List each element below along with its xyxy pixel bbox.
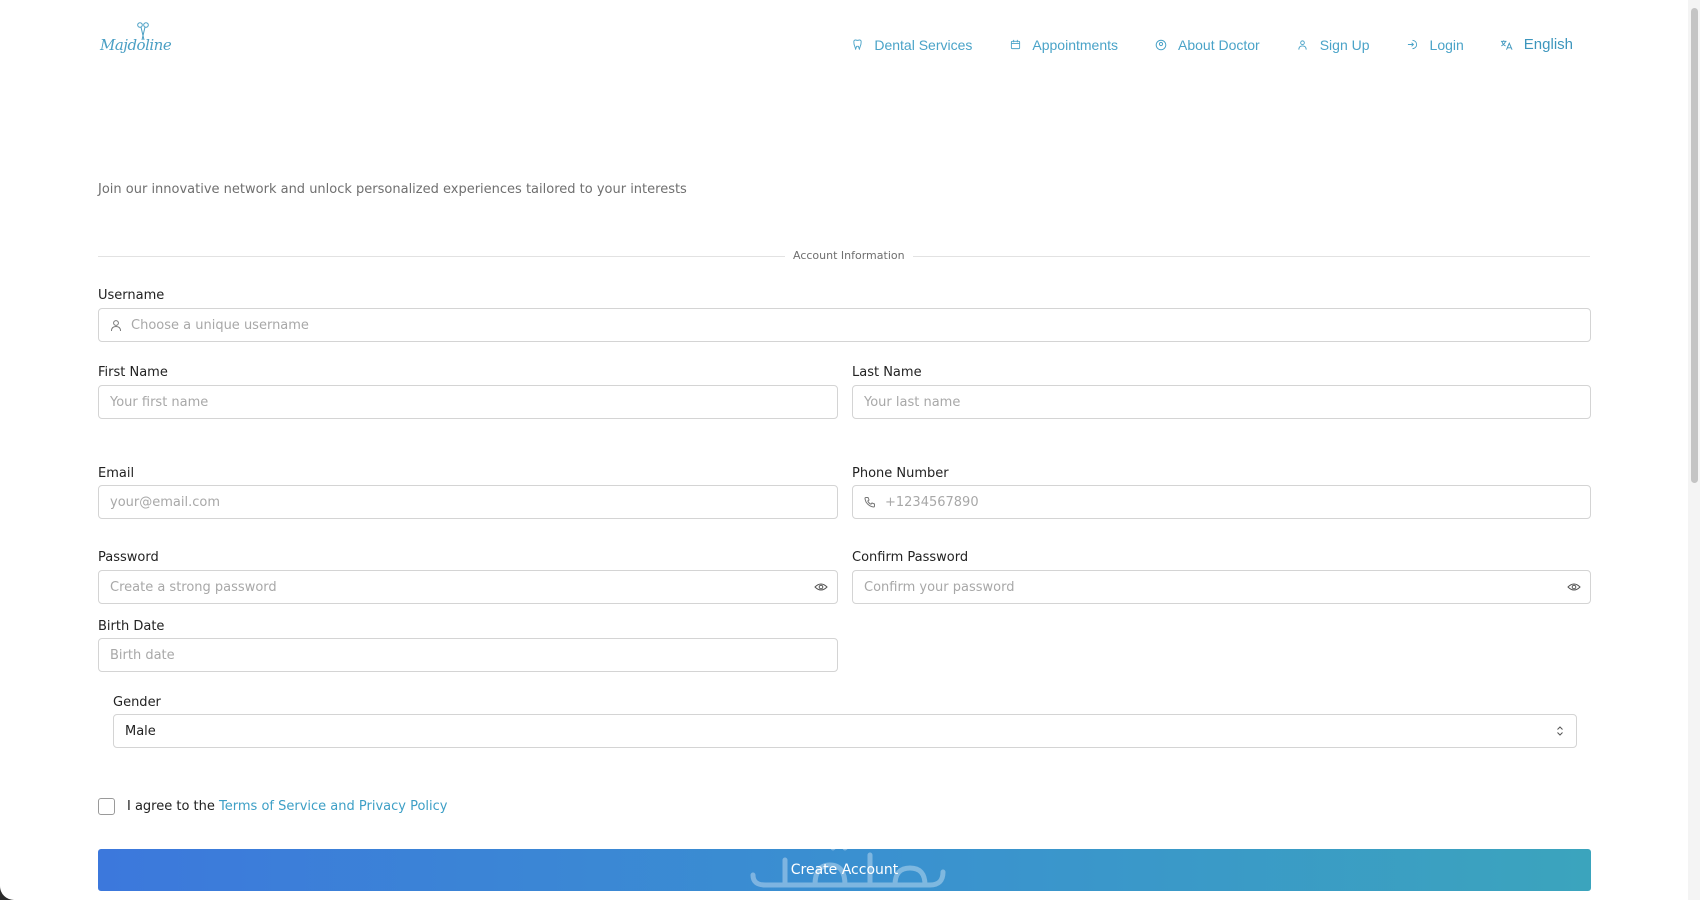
user-plus-icon (1296, 38, 1310, 52)
language-label: English (1523, 36, 1573, 53)
birth-date-field (98, 638, 838, 672)
scissors-logo-icon (137, 22, 149, 41)
section-label: Account Information (785, 249, 913, 262)
scrollbar-thumb[interactable] (1691, 8, 1698, 483)
phone-input[interactable] (885, 486, 1590, 518)
gender-select[interactable]: Male (113, 714, 1577, 748)
nav-label: Dental Services (874, 36, 973, 53)
last-name-field (852, 385, 1591, 419)
brand-logo[interactable]: Majdoline (100, 20, 172, 66)
language-switcher[interactable]: English (1500, 36, 1573, 53)
email-label: Email (98, 466, 135, 481)
page-subtitle: Join our innovative network and unlock p… (98, 182, 687, 197)
gender-label: Gender (113, 695, 161, 710)
terms-prefix: I agree to the (127, 799, 215, 814)
nav-label: Login (1429, 36, 1464, 53)
create-account-button[interactable]: Create Account (98, 849, 1591, 891)
app-window: Majdoline Dental Services Appointments A… (0, 0, 1688, 900)
email-field (98, 485, 838, 519)
eye-icon[interactable] (1566, 579, 1582, 595)
phone-icon (863, 495, 877, 509)
terms-agreement: I agree to the Terms of Service and Priv… (127, 799, 447, 814)
phone-label: Phone Number (852, 466, 949, 481)
chevron-up-down-icon (1552, 723, 1568, 739)
email-input[interactable] (110, 486, 837, 518)
username-input[interactable] (131, 309, 1590, 341)
tooth-icon (850, 38, 864, 52)
eye-icon[interactable] (813, 579, 829, 595)
user-circle-icon (1154, 38, 1168, 52)
nav-item-about-doctor[interactable]: About Doctor (1154, 37, 1260, 53)
nav-label: About Doctor (1178, 36, 1260, 53)
translate-icon (1500, 38, 1514, 52)
nav-item-appointments[interactable]: Appointments (1008, 37, 1118, 53)
confirm-password-input[interactable] (864, 571, 1566, 603)
top-navbar: Majdoline Dental Services Appointments A… (0, 0, 1688, 90)
nav-menu: Dental Services Appointments About Docto… (850, 36, 1573, 53)
terms-link[interactable]: Terms of Service and Privacy Policy (219, 799, 447, 814)
login-icon (1406, 38, 1420, 52)
nav-label: Sign Up (1319, 36, 1370, 53)
user-icon (109, 318, 123, 332)
birth-date-input[interactable] (110, 639, 837, 671)
password-field (98, 570, 838, 604)
nav-item-sign-up[interactable]: Sign Up (1296, 37, 1370, 53)
confirm-password-field (852, 570, 1591, 604)
calendar-icon (1008, 38, 1022, 52)
password-input[interactable] (110, 571, 813, 603)
terms-checkbox[interactable] (98, 798, 115, 815)
phone-field (852, 485, 1591, 519)
password-label: Password (98, 550, 159, 565)
first-name-input[interactable] (110, 386, 837, 418)
gender-selected-value: Male (125, 723, 156, 739)
first-name-label: First Name (98, 365, 168, 380)
page-scrollbar[interactable] (1688, 0, 1700, 900)
nav-item-dental-services[interactable]: Dental Services (850, 37, 972, 53)
last-name-label: Last Name (852, 365, 922, 380)
username-label: Username (98, 288, 165, 303)
nav-item-login[interactable]: Login (1406, 37, 1464, 53)
username-field (98, 308, 1591, 342)
confirm-password-label: Confirm Password (852, 550, 969, 565)
first-name-field (98, 385, 838, 419)
birth-date-label: Birth Date (98, 619, 165, 634)
nav-label: Appointments (1032, 36, 1118, 53)
last-name-input[interactable] (864, 386, 1590, 418)
